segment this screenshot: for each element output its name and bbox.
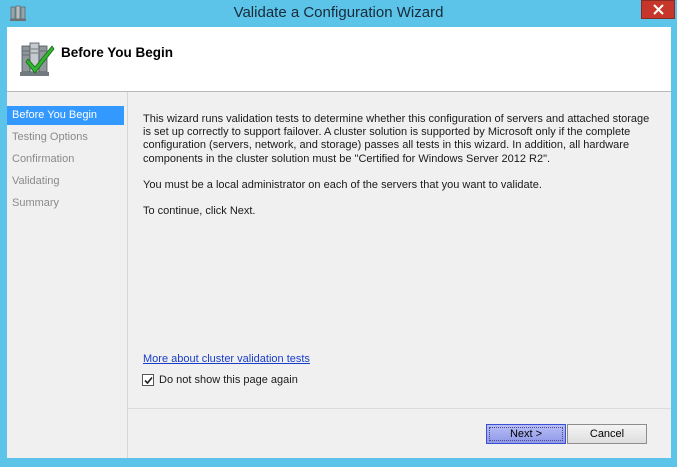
- checkmark-icon: [144, 376, 153, 385]
- continue-instruction: To continue, click Next.: [143, 205, 256, 217]
- wizard-body: Before You Begin Testing Options Confirm…: [7, 92, 671, 458]
- title-bar[interactable]: Validate a Configuration Wizard: [0, 0, 677, 27]
- content-pane: This wizard runs validation tests to det…: [128, 92, 671, 458]
- nav-step-validating[interactable]: Validating: [7, 172, 124, 191]
- close-button[interactable]: [641, 0, 675, 19]
- footer-divider: [128, 408, 671, 409]
- do-not-show-checkbox[interactable]: [142, 374, 154, 386]
- next-button[interactable]: Next >: [486, 424, 566, 444]
- do-not-show-label: Do not show this page again: [159, 374, 298, 386]
- nav-step-confirmation[interactable]: Confirmation: [7, 150, 124, 169]
- window-title: Validate a Configuration Wizard: [233, 4, 444, 21]
- nav-step-before-you-begin[interactable]: Before You Begin: [7, 106, 124, 125]
- nav-step-summary[interactable]: Summary: [7, 194, 124, 213]
- servers-checkmark-icon: [19, 40, 55, 78]
- more-about-validation-link[interactable]: More about cluster validation tests: [143, 353, 310, 365]
- admin-note: You must be a local administrator on eac…: [143, 179, 542, 191]
- wizard-header: Before You Begin: [7, 27, 671, 92]
- close-icon: [653, 4, 664, 15]
- wizard-steps-nav: Before You Begin Testing Options Confirm…: [7, 92, 128, 458]
- page-title: Before You Begin: [61, 45, 174, 60]
- cancel-button[interactable]: Cancel: [567, 424, 647, 444]
- wizard-window: Validate a Configuration Wizard Before Y…: [0, 0, 677, 467]
- intro-paragraph: This wizard runs validation tests to det…: [143, 113, 650, 165]
- nav-step-testing-options[interactable]: Testing Options: [7, 128, 124, 147]
